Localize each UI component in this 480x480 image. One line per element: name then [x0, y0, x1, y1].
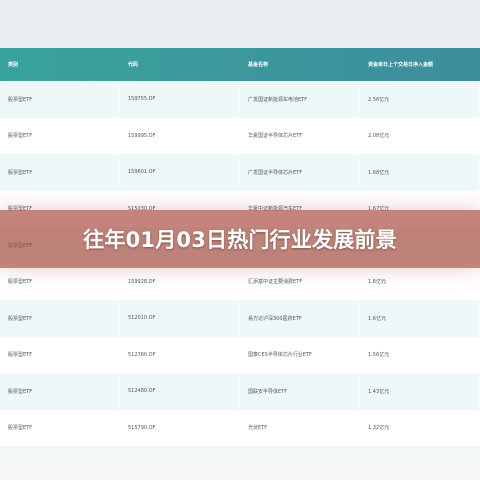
table-row: 股票型ETF 512010.OF 易方达沪深300医药ETF 1.6亿元 [0, 300, 480, 337]
bottom-fade [0, 446, 480, 480]
cell-flow: 1.32亿元 [360, 409, 480, 446]
cell-type: 股票型ETF [0, 81, 120, 118]
cell-type: 股票型ETF [0, 373, 120, 410]
cell-type: 股票型ETF [0, 263, 120, 300]
cell-code: 515790.OF [120, 409, 240, 446]
page: 类别 代码 基金名称 资金单日上个交易日净入金额 股票型ETF 159755.O… [0, 0, 480, 480]
page-title: 往年01月03日热门行业发展前景 [83, 228, 397, 252]
cell-name: 汇添富中证主要消费ETF [240, 263, 360, 300]
cell-name: 国泰CES半导体芯片行业ETF [240, 336, 360, 373]
cell-flow: 2.56亿元 [360, 81, 480, 118]
cell-name: 国联安半导体ETF [240, 373, 360, 410]
cell-type: 股票型ETF [0, 154, 120, 191]
cell-type: 股票型ETF [0, 336, 120, 373]
cell-flow: 1.56亿元 [360, 336, 480, 373]
table-row: 股票型ETF 512760.OF 国泰CES半导体芯片行业ETF 1.56亿元 [0, 336, 480, 373]
cell-code: 159995.OF [120, 117, 240, 154]
cell-type: 股票型ETF [0, 117, 120, 154]
cell-code: 512480.OF [120, 373, 240, 410]
table-header: 类别 代码 基金名称 资金单日上个交易日净入金额 [0, 48, 480, 81]
cell-flow: 2.08亿元 [360, 117, 480, 154]
cell-flow: 1.6亿元 [360, 300, 480, 337]
cell-name: 易方达沪深300医药ETF [240, 300, 360, 337]
table-row: 股票型ETF 515790.OF 光伏ETF 1.32亿元 [0, 409, 480, 446]
header-type: 类别 [8, 62, 19, 68]
cell-name: 华夏国证半导体芯片ETF [240, 117, 360, 154]
header-flow: 资金单日上个交易日净入金额 [368, 62, 434, 68]
table-row: 股票型ETF 159755.OF 广发国证新能源车电池ETF 2.56亿元 [0, 81, 480, 118]
cell-code: 159755.OF [120, 81, 240, 118]
cell-code: 159801.OF [120, 154, 240, 191]
cell-name: 广发国证半导体芯片ETF [240, 154, 360, 191]
cell-flow: 1.43亿元 [360, 373, 480, 410]
cell-type: 股票型ETF [0, 300, 120, 337]
table-row: 股票型ETF 159801.OF 广发国证半导体芯片ETF 1.68亿元 [0, 154, 480, 191]
cell-flow: 1.6亿元 [360, 263, 480, 300]
cell-name: 广发国证新能源车电池ETF [240, 81, 360, 118]
table-row: 股票型ETF 512480.OF 国联安半导体ETF 1.43亿元 [0, 373, 480, 410]
table-row: 股票型ETF 159995.OF 华夏国证半导体芯片ETF 2.08亿元 [0, 117, 480, 154]
cell-code: 512010.OF [120, 300, 240, 337]
cell-name: 光伏ETF [240, 409, 360, 446]
cell-code: 512760.OF [120, 336, 240, 373]
cell-flow: 1.68亿元 [360, 154, 480, 191]
cell-type: 股票型ETF [0, 409, 120, 446]
table-row: 股票型ETF 159928.OF 汇添富中证主要消费ETF 1.6亿元 [0, 263, 480, 300]
cell-code: 159928.OF [120, 263, 240, 300]
header-code: 代码 [128, 62, 139, 68]
header-name: 基金名称 [248, 62, 269, 68]
